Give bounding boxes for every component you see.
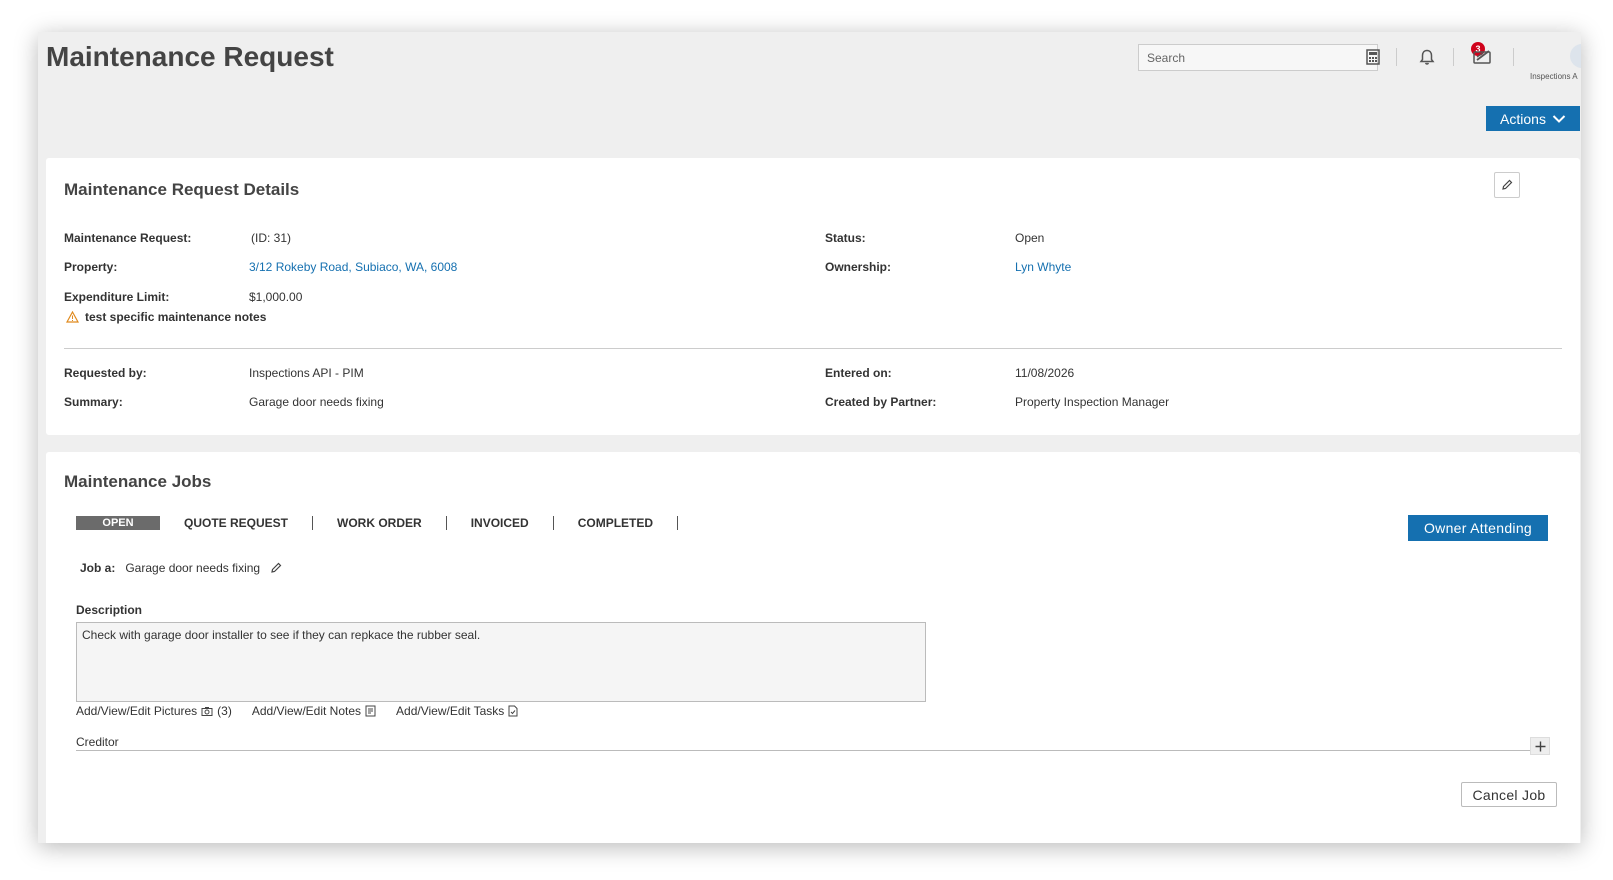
pictures-link[interactable]: Add/View/Edit Pictures (3) [76, 704, 232, 718]
bell-icon[interactable] [1416, 46, 1438, 68]
inspections-label: Inspections A [1530, 72, 1578, 81]
tab-quote-request[interactable]: QUOTE REQUEST [184, 516, 288, 530]
chevron-down-icon [1552, 114, 1566, 123]
plus-icon [1535, 741, 1545, 751]
maintenance-notes-warning: test specific maintenance notes [66, 310, 266, 324]
description-label: Description [76, 603, 143, 617]
tab-open[interactable]: OPEN [76, 516, 160, 530]
creditor-underline [76, 750, 1548, 751]
tab-divider [312, 516, 314, 530]
notes-icon [365, 705, 376, 717]
tab-work-order[interactable]: WORK ORDER [337, 516, 422, 530]
summary-label: Summary: [64, 395, 123, 409]
actions-button[interactable]: Actions [1486, 106, 1580, 131]
app-window: Maintenance Request 3 Inspections A Acti… [38, 32, 1581, 843]
avatar[interactable] [1570, 44, 1581, 68]
calculator-icon[interactable] [1362, 46, 1384, 68]
summary-value: Garage door needs fixing [249, 395, 384, 409]
edit-details-button[interactable] [1494, 172, 1520, 198]
pencil-icon[interactable] [270, 562, 282, 574]
notes-link-label: Add/View/Edit Notes [251, 704, 362, 718]
warning-note-text: test specific maintenance notes [85, 310, 267, 324]
expenditure-limit-value: $1,000.00 [249, 290, 303, 304]
job-value: Garage door needs fixing [125, 561, 261, 575]
jobs-title: Maintenance Jobs [64, 472, 212, 491]
tab-divider [677, 516, 679, 530]
requested-by-value: Inspections API - PIM [249, 366, 364, 380]
tab-divider [445, 516, 447, 530]
maintenance-request-details-card: Maintenance Request Details Maintenance … [46, 158, 1580, 435]
cancel-job-button[interactable]: Cancel Job [1461, 782, 1557, 807]
entered-on-label: Entered on: [825, 366, 892, 380]
job-links: Add/View/Edit Pictures (3) Add/View/Edit… [76, 704, 518, 718]
actions-label: Actions [1500, 110, 1546, 127]
add-creditor-button[interactable] [1530, 737, 1550, 755]
tab-completed[interactable]: COMPLETED [578, 516, 653, 530]
maintenance-request-label: Maintenance Request: [64, 231, 192, 245]
tab-divider [552, 516, 554, 530]
tasks-link[interactable]: Add/View/Edit Tasks [396, 704, 518, 718]
warning-icon [66, 311, 79, 323]
tasks-link-label: Add/View/Edit Tasks [396, 704, 505, 718]
created-by-partner-value: Property Inspection Manager [1015, 395, 1170, 409]
tab-invoiced[interactable]: INVOICED [471, 516, 529, 530]
maintenance-jobs-card: Maintenance Jobs OPEN QUOTE REQUEST WORK… [46, 452, 1580, 843]
status-value: Open [1015, 231, 1045, 245]
toolbar-divider [1396, 48, 1397, 66]
toolbar-divider [1453, 48, 1454, 66]
toolbar-divider [1513, 48, 1514, 66]
camera-icon [201, 707, 213, 716]
notes-link[interactable]: Add/View/Edit Notes [252, 704, 376, 718]
creditor-label: Creditor [76, 735, 119, 749]
details-title: Maintenance Request Details [64, 180, 300, 199]
owner-attending-button[interactable]: Owner Attending [1408, 515, 1548, 541]
created-by-partner-label: Created by Partner: [825, 395, 937, 409]
tasks-icon [508, 705, 518, 717]
details-divider [64, 348, 1562, 349]
inspections-icon[interactable] [1472, 46, 1494, 68]
ownership-label: Ownership: [825, 260, 892, 274]
job-row: Job a: Garage door needs fixing [80, 561, 282, 575]
page-title: Maintenance Request [46, 41, 334, 72]
job-label: Job a: [80, 561, 116, 575]
pencil-icon [1502, 179, 1513, 190]
pictures-link-label: Add/View/Edit Pictures [76, 704, 198, 718]
property-link[interactable]: 3/12 Rokeby Road, Subiaco, WA, 6008 [249, 260, 457, 274]
entered-on-value: 11/08/2026 [1015, 366, 1075, 380]
pictures-count: (3) [217, 704, 232, 718]
ownership-link[interactable]: Lyn Whyte [1015, 260, 1071, 274]
expenditure-limit-label: Expenditure Limit: [64, 290, 170, 304]
description-textarea[interactable]: Check with garage door installer to see … [76, 622, 926, 702]
search-input[interactable] [1138, 44, 1378, 71]
job-status-tabs: OPEN QUOTE REQUEST WORK ORDER INVOICED C… [76, 516, 702, 530]
property-label: Property: [64, 260, 118, 274]
status-label: Status: [825, 231, 866, 245]
maintenance-request-id: (ID: 31) [251, 231, 292, 245]
requested-by-label: Requested by: [64, 366, 147, 380]
